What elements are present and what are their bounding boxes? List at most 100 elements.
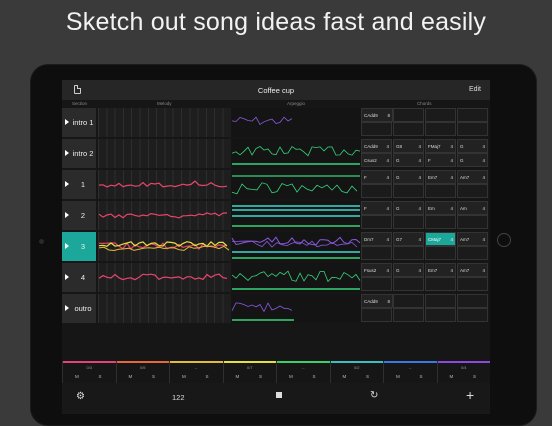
chord-cell[interactable]: G8 4: [393, 139, 424, 153]
mute-button[interactable]: M: [236, 374, 240, 379]
mute-button[interactable]: M: [343, 374, 347, 379]
chord-beats: 4: [386, 175, 389, 180]
chord-cell[interactable]: CAdd9 4: [361, 139, 392, 153]
chord-cell[interactable]: G4: [393, 263, 424, 277]
chord-cell[interactable]: [457, 308, 488, 322]
chord-beats: 4: [450, 175, 453, 180]
chord-cell[interactable]: [457, 294, 488, 308]
chord-beats: 4: [418, 268, 421, 273]
solo-button[interactable]: S: [473, 374, 476, 379]
chord-cell[interactable]: Am7 4: [457, 232, 488, 246]
chord-cell[interactable]: Em 4: [425, 201, 456, 215]
track-strip[interactable]: 0/7 M S: [222, 361, 276, 383]
chord-cell[interactable]: [361, 122, 392, 136]
chord-cell[interactable]: G4: [457, 153, 488, 167]
chord-cell[interactable]: [361, 215, 392, 229]
chord-cell[interactable]: F4: [361, 201, 392, 215]
chord-cell[interactable]: Am7 4: [457, 263, 488, 277]
chord-cell[interactable]: [393, 294, 424, 308]
chord-cell[interactable]: [425, 246, 456, 260]
track-strip[interactable]: 0/4 M S: [436, 361, 490, 383]
chord-cell[interactable]: G7 4: [393, 232, 424, 246]
track-strip[interactable]: 0/5 M S: [115, 361, 169, 383]
solo-button[interactable]: S: [420, 374, 423, 379]
chord-cell[interactable]: [457, 215, 488, 229]
chord-cell[interactable]: [457, 108, 488, 122]
mute-button[interactable]: M: [450, 374, 454, 379]
chord-cell[interactable]: [425, 308, 456, 322]
chord-cell[interactable]: [425, 277, 456, 291]
track-strip[interactable]: -- M S: [276, 361, 330, 383]
track-strip[interactable]: 0/3 M S: [62, 361, 116, 383]
chord-cell[interactable]: G4: [457, 139, 488, 153]
chord-cell[interactable]: [361, 308, 392, 322]
chord-cell[interactable]: CAdd9 8: [361, 108, 393, 122]
chord-cell[interactable]: F4: [361, 170, 392, 184]
mute-button[interactable]: M: [182, 374, 186, 379]
plus-icon[interactable]: +: [466, 387, 474, 403]
promo-headline: Sketch out song ideas fast and easily: [65, 8, 487, 36]
mute-button[interactable]: M: [75, 374, 79, 379]
chord-cell[interactable]: [393, 122, 424, 136]
chord-beats: 4: [386, 206, 389, 211]
stop-icon[interactable]: [276, 392, 282, 398]
mute-button[interactable]: M: [129, 374, 133, 379]
arp-line: [231, 302, 293, 313]
track-strip[interactable]: -- M S: [383, 361, 437, 383]
mute-button[interactable]: M: [396, 374, 400, 379]
chord-cell[interactable]: CMaj7 4: [425, 232, 456, 246]
track-color-bar: [63, 361, 116, 363]
chord-cell[interactable]: Fsus2 4: [361, 263, 392, 277]
solo-button[interactable]: S: [206, 374, 209, 379]
chord-cell[interactable]: Dm7 4: [361, 232, 392, 246]
solo-button[interactable]: S: [313, 374, 316, 379]
chord-cell[interactable]: [457, 246, 488, 260]
chord-beats: 4: [450, 237, 453, 242]
tempo-value[interactable]: 122: [172, 393, 185, 402]
solo-button[interactable]: S: [99, 374, 102, 379]
chord-cell[interactable]: Em7 4: [425, 263, 456, 277]
solo-button[interactable]: S: [152, 374, 155, 379]
edit-button[interactable]: Edit: [469, 86, 481, 93]
chord-cell[interactable]: [457, 122, 488, 136]
track-strip[interactable]: -- M S: [169, 361, 223, 383]
chord-cell[interactable]: Em7 4: [425, 170, 456, 184]
top-bar: Coffee cup Edit: [62, 80, 490, 100]
mute-button[interactable]: M: [289, 374, 293, 379]
chord-cell[interactable]: [425, 215, 456, 229]
chord-cell[interactable]: [393, 215, 424, 229]
chord-cell[interactable]: Csus2 4: [361, 153, 392, 167]
chord-cell[interactable]: [393, 184, 424, 198]
chord-cell[interactable]: Am 4: [457, 201, 488, 215]
chord-cell[interactable]: [361, 246, 392, 260]
chord-cell[interactable]: [393, 277, 424, 291]
chord-cell[interactable]: [393, 108, 424, 122]
chord-cell[interactable]: [425, 122, 456, 136]
chord-cell[interactable]: [425, 294, 456, 308]
chord-cell[interactable]: [361, 277, 392, 291]
chord-cell[interactable]: G4: [393, 201, 424, 215]
section-row: 4 Fsus2 4 G 4 Em7 4 Am7 4: [62, 263, 490, 294]
track-strip[interactable]: 0/2 M S: [329, 361, 383, 383]
chord-cell[interactable]: G4: [393, 153, 424, 167]
loop-icon[interactable]: ↻: [370, 390, 378, 401]
solo-button[interactable]: S: [259, 374, 262, 379]
chord-cell[interactable]: F4: [425, 153, 456, 167]
section-row: 2 F 4 G 4 Em 4 Am 4: [62, 201, 490, 232]
chord-cell[interactable]: CAdd9 8: [361, 294, 393, 308]
chord-cell[interactable]: [361, 184, 392, 198]
chord-cell[interactable]: Am7 4: [457, 170, 488, 184]
chord-cell[interactable]: FMaj7 4: [425, 139, 456, 153]
chord-beats: 4: [482, 144, 485, 149]
chord-cell[interactable]: [457, 277, 488, 291]
gear-icon[interactable]: ⚙: [76, 391, 85, 402]
chord-cell[interactable]: [457, 184, 488, 198]
chord-beats: 4: [450, 158, 453, 163]
chord-cell[interactable]: [393, 308, 424, 322]
chord-cell[interactable]: [425, 184, 456, 198]
chord-cell[interactable]: [393, 246, 424, 260]
section-row: intro 2 CAdd9 4 G8 4 FMaj7 4 G 4 Csus2 4 G 4 F 4 G 4: [62, 139, 490, 170]
chord-cell[interactable]: G4: [393, 170, 424, 184]
solo-button[interactable]: S: [366, 374, 369, 379]
chord-cell[interactable]: [425, 108, 456, 122]
